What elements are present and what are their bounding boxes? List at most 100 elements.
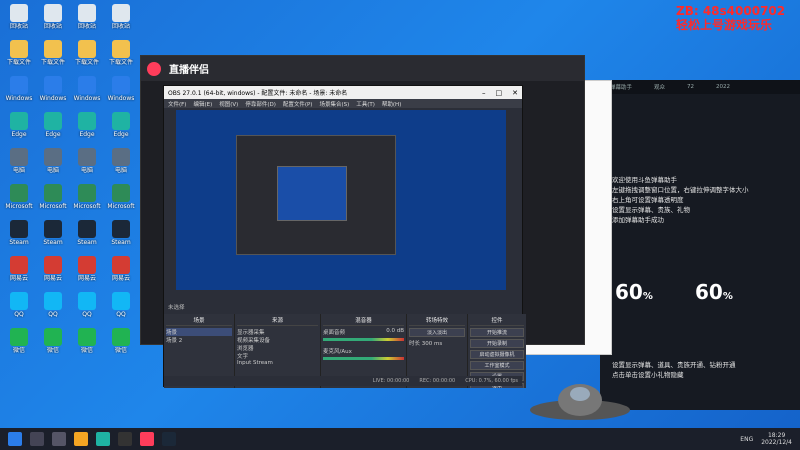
desktop-icon[interactable]: Steam [104, 220, 138, 254]
edge-icon[interactable] [96, 432, 110, 446]
watermark-line1: ZB: 48s4000702 [676, 4, 786, 18]
app-icon [112, 328, 130, 346]
desktop-icon[interactable]: 下载文件 [70, 40, 104, 74]
close-icon[interactable]: ✕ [512, 89, 518, 97]
desktop-icon[interactable]: Microsoft [36, 184, 70, 218]
desktop-icon[interactable]: 下载文件 [104, 40, 138, 74]
volume-meter [323, 357, 404, 360]
desktop-icon[interactable]: 网易云 [2, 256, 36, 290]
desktop-icon[interactable]: Steam [36, 220, 70, 254]
menu-tools[interactable]: 工具(T) [356, 100, 375, 108]
desktop-icon[interactable]: Steam [2, 220, 36, 254]
mixer-channel-name: 麦克风/Aux [323, 349, 352, 355]
desktop-icon[interactable]: 微信 [104, 328, 138, 362]
danmaku-line: 欢迎使用斗鱼弹幕助手 [612, 176, 677, 184]
desktop-icon[interactable]: Microsoft [70, 184, 104, 218]
menu-help[interactable]: 帮助(H) [382, 100, 401, 108]
desktop-icon[interactable]: 微信 [2, 328, 36, 362]
desktop-icon[interactable]: Windows [36, 76, 70, 110]
source-item[interactable]: Input Stream [237, 360, 318, 366]
desktop-icon[interactable]: Edge [36, 112, 70, 146]
start-icon[interactable] [8, 432, 22, 446]
app-name: 直播伴侣 [169, 65, 209, 76]
desktop-icon[interactable]: Edge [104, 112, 138, 146]
obs-preview[interactable] [176, 110, 506, 290]
duration-row: 时长 300 ms [409, 339, 465, 347]
desktop-icon[interactable]: 微信 [70, 328, 104, 362]
percent-value-2: 60 [695, 280, 723, 304]
menu-edit[interactable]: 编辑(E) [193, 100, 212, 108]
clock[interactable]: 18:29 2022/12/4 [761, 432, 792, 446]
transition-select[interactable]: 淡入淡出 [409, 328, 465, 337]
desktop-icon[interactable]: QQ [70, 292, 104, 326]
desktop-icon[interactable]: 回收站 [36, 4, 70, 38]
obs-taskbar-icon[interactable] [118, 432, 132, 446]
desktop-icon[interactable]: QQ [36, 292, 70, 326]
desktop-icon[interactable]: 网易云 [104, 256, 138, 290]
scene-item[interactable]: 场景 [166, 328, 232, 336]
app-icon [112, 256, 130, 274]
task-view-icon[interactable] [52, 432, 66, 446]
menu-scene-collection[interactable]: 场景集合(S) [319, 100, 349, 108]
desktop-icon[interactable]: 电脑 [2, 148, 36, 182]
desktop-icon[interactable]: 电脑 [104, 148, 138, 182]
desktop-icon[interactable]: Windows [70, 76, 104, 110]
desktop-icon[interactable]: QQ [104, 292, 138, 326]
source-item[interactable]: 视频采集设备 [237, 336, 318, 344]
start-streaming-button[interactable]: 开始推流 [470, 328, 524, 337]
source-item[interactable]: 浏览器 [237, 344, 318, 352]
app-icon [44, 4, 62, 22]
desktop-icon[interactable]: 下载文件 [36, 40, 70, 74]
language-indicator[interactable]: ENG [740, 436, 753, 443]
desktop-icon[interactable]: 电脑 [70, 148, 104, 182]
menu-docks[interactable]: 停靠部件(D) [245, 100, 276, 108]
virtual-camera-button[interactable]: 启动虚拟摄像机 [470, 350, 524, 359]
studio-mode-button[interactable]: 工作室模式 [470, 361, 524, 370]
sources-dock-title: 来源 [237, 316, 318, 326]
folder-icon[interactable] [74, 432, 88, 446]
desktop-icon[interactable]: 回收站 [70, 4, 104, 38]
obs-window[interactable]: OBS 27.0.1 (64-bit, windows) - 配置文件: 未命名… [163, 85, 526, 388]
desktop-icon[interactable]: Microsoft [104, 184, 138, 218]
menu-view[interactable]: 视图(V) [219, 100, 238, 108]
minimize-icon[interactable]: – [482, 89, 486, 97]
app-icon [112, 112, 130, 130]
maximize-icon[interactable]: □ [496, 89, 503, 97]
desktop-icon[interactable]: 回收站 [2, 4, 36, 38]
desktop-icon[interactable]: QQ [2, 292, 36, 326]
desktop-icon[interactable]: 网易云 [36, 256, 70, 290]
duration-value[interactable]: 300 ms [422, 341, 442, 347]
app-icon [44, 148, 62, 166]
desktop-icon[interactable]: Windows [2, 76, 36, 110]
menu-file[interactable]: 文件(F) [168, 100, 186, 108]
start-recording-button[interactable]: 开始录制 [470, 339, 524, 348]
obs-titlebar[interactable]: OBS 27.0.1 (64-bit, windows) - 配置文件: 未命名… [164, 86, 522, 99]
menu-profile[interactable]: 配置文件(P) [283, 100, 313, 108]
desktop-icon[interactable]: 电脑 [36, 148, 70, 182]
app-icon [78, 184, 96, 202]
app-logo-icon [147, 61, 161, 76]
search-icon[interactable] [30, 432, 44, 446]
desktop-icon[interactable]: 网易云 [70, 256, 104, 290]
steam-icon[interactable] [162, 432, 176, 446]
watermark-line2: 轻松上号游戏玩乐 [676, 18, 773, 32]
desktop-icon[interactable]: Microsoft [2, 184, 36, 218]
obs-menubar: 文件(F) 编辑(E) 视图(V) 停靠部件(D) 配置文件(P) 场景集合(S… [164, 99, 522, 108]
app-icon [44, 328, 62, 346]
danmaku-line: 设置显示弹幕、道具、贵族开通、钻粉开通 [612, 361, 736, 369]
desktop-icon[interactable]: Windows [104, 76, 138, 110]
desktop-icon[interactable]: 下载文件 [2, 40, 36, 74]
scene-item[interactable]: 场景 2 [166, 336, 232, 344]
danmaku-window: 弹幕助手 观众 72 2022 欢迎使用斗鱼弹幕助手 左键拖拽调整窗口位置，右键… [600, 80, 800, 410]
desktop-icon[interactable]: Edge [2, 112, 36, 146]
desktop-icon[interactable]: 回收站 [104, 4, 138, 38]
app-icon [44, 40, 62, 58]
desktop-icon[interactable]: Edge [70, 112, 104, 146]
app-icon [10, 76, 28, 94]
source-item[interactable]: 文字 [237, 352, 318, 360]
desktop-icon[interactable]: Steam [70, 220, 104, 254]
desktop-icon[interactable]: 微信 [36, 328, 70, 362]
source-item[interactable]: 显示器采集 [237, 328, 318, 336]
app-icon [44, 184, 62, 202]
streaming-app-taskbar-icon[interactable] [140, 432, 154, 446]
